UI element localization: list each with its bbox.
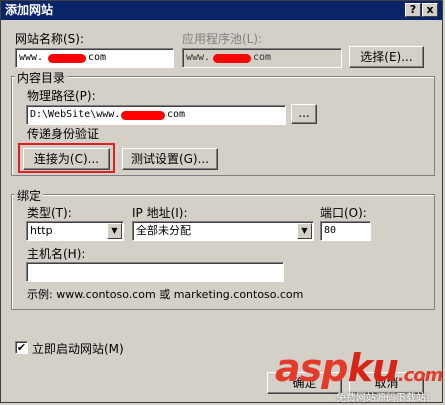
add-website-dialog: 添加网站 ? x 网站名称(S): www. com 应用程序池(L): www…	[0, 0, 444, 404]
binding-label: 绑定	[15, 187, 44, 204]
type-select[interactable]: http ▼	[26, 221, 124, 241]
watermark-logo: aspku.com	[275, 346, 444, 390]
help-button[interactable]: ?	[405, 3, 421, 17]
window-title: 添加网站	[5, 3, 54, 17]
site-name-suffix: com	[88, 52, 107, 63]
site-name-value: www.	[19, 52, 44, 63]
start-website-label: 立即启动网站(M)	[32, 342, 124, 356]
content-directory-label: 内容目录	[15, 69, 68, 86]
test-settings-button[interactable]: 测试设置(G)...	[122, 148, 218, 170]
watermark-logo-asp: asp	[275, 346, 348, 390]
watermark-logo-ku: ku	[347, 346, 398, 390]
browse-button[interactable]: ...	[291, 104, 317, 124]
redaction-mark	[213, 54, 251, 63]
app-pool-label: 应用程序池(L):	[182, 32, 263, 46]
type-select-value: http	[30, 224, 53, 237]
type-label: 类型(T):	[27, 206, 72, 220]
port-label: 端口(O):	[320, 206, 367, 220]
app-pool-value: www.	[186, 52, 211, 63]
physical-path-label: 物理路径(P):	[27, 89, 96, 103]
app-pool-input: www. com	[182, 48, 342, 68]
chevron-down-icon[interactable]: ▼	[107, 223, 122, 239]
port-input[interactable]: 80	[320, 221, 371, 241]
close-button[interactable]: x	[422, 3, 438, 17]
start-website-checkbox[interactable]: ✔	[15, 341, 28, 354]
watermark-logo-com: .com	[397, 365, 444, 386]
connect-as-button[interactable]: 连接为(C)...	[23, 148, 110, 170]
select-pool-button[interactable]: 选择(E)...	[349, 46, 424, 68]
physical-path-input[interactable]: D:\WebSite\www. com	[26, 105, 286, 125]
redaction-mark	[121, 111, 165, 120]
redaction-mark	[48, 54, 86, 63]
chevron-down-icon[interactable]: ▼	[297, 223, 312, 239]
host-name-input[interactable]	[26, 262, 284, 282]
host-name-label: 主机名(H):	[27, 247, 86, 261]
physical-path-value: D:\WebSite\www.	[30, 109, 121, 120]
example-text: 示例: www.contoso.com 或 marketing.contoso.…	[27, 288, 304, 301]
ip-address-select[interactable]: 全部未分配 ▼	[132, 221, 314, 241]
ip-address-label: IP 地址(I):	[132, 206, 188, 220]
physical-path-suffix: com	[167, 109, 186, 120]
app-pool-suffix: com	[253, 52, 272, 63]
site-name-input[interactable]: www. com	[15, 48, 174, 68]
site-name-label: 网站名称(S):	[15, 32, 85, 46]
watermark-tagline: 免费网站源码下载站!	[336, 393, 431, 404]
ip-address-select-value: 全部未分配	[136, 224, 191, 237]
pass-through-auth-label: 传递身份验证	[27, 127, 100, 141]
title-bar: 添加网站 ? x	[1, 1, 442, 20]
